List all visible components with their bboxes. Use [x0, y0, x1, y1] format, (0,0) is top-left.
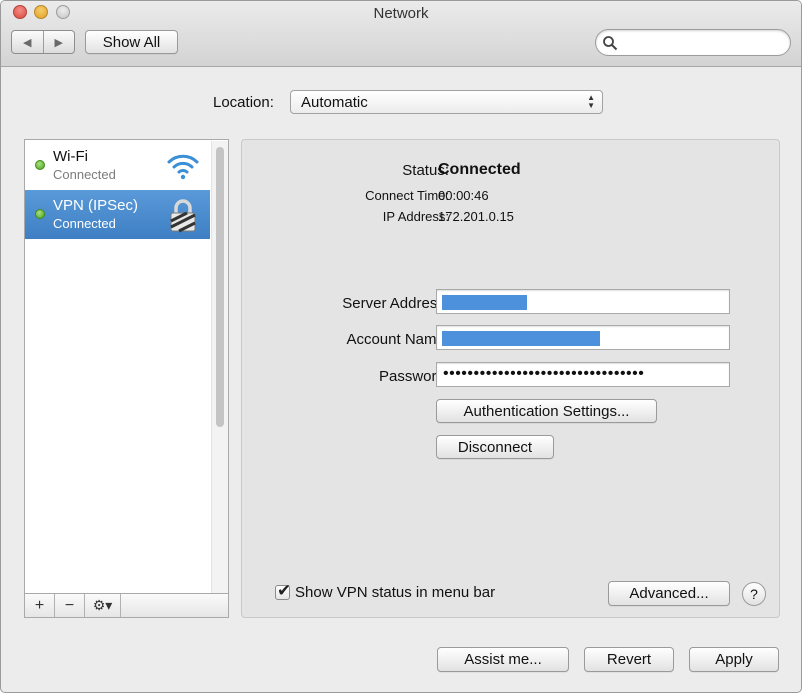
ip-address-value: 172.201.0.15	[438, 209, 514, 224]
service-list-scrollbar[interactable]	[211, 141, 228, 593]
popup-arrows-icon: ▲ ▼	[587, 93, 595, 110]
revert-button[interactable]: Revert	[584, 647, 674, 672]
password-dots: •••••••••••••••••••••••••••••••••	[443, 365, 645, 382]
location-value: Automatic	[301, 94, 368, 111]
account-name-field[interactable]	[436, 325, 730, 350]
apply-button[interactable]: Apply	[689, 647, 779, 672]
search-input[interactable]	[595, 29, 791, 56]
service-list-controls: + − ⚙▾	[25, 593, 228, 617]
back-forward-control: ◀ ▶	[11, 30, 75, 54]
help-button[interactable]: ?	[742, 582, 766, 606]
server-address-field[interactable]	[436, 289, 730, 314]
service-item-wifi[interactable]: Wi-Fi Connected	[25, 141, 210, 190]
service-list: Wi-Fi Connected VPN (IPSec) Connected + …	[24, 139, 229, 618]
connect-time-value: 00:00:46	[438, 188, 489, 203]
window-title: Network	[373, 5, 429, 22]
service-name: Wi-Fi	[53, 148, 88, 165]
show-vpn-status-checkbox[interactable]: ✔	[275, 581, 291, 600]
add-service-button[interactable]: +	[25, 594, 55, 617]
remove-service-button[interactable]: −	[55, 594, 85, 617]
show-vpn-status-label[interactable]: Show VPN status in menu bar	[295, 584, 495, 601]
disconnect-button[interactable]: Disconnect	[436, 435, 554, 459]
back-arrow-icon[interactable]: ◀	[12, 31, 44, 53]
vpn-lock-icon	[170, 199, 196, 233]
authentication-settings-button[interactable]: Authentication Settings...	[436, 399, 657, 423]
status-dot-icon	[35, 160, 45, 170]
service-name: VPN (IPSec)	[53, 197, 139, 214]
server-address-label: Server Address:	[342, 295, 449, 312]
title-bar: Network ◀ ▶ Show All	[1, 1, 801, 67]
redacted-value	[442, 295, 527, 310]
service-status: Connected	[53, 216, 116, 231]
search-icon	[603, 36, 618, 51]
status-value: Connected	[438, 161, 521, 178]
scrollbar-thumb[interactable]	[216, 147, 224, 427]
checkmark-icon: ✔	[277, 581, 292, 600]
advanced-button[interactable]: Advanced...	[608, 581, 730, 606]
service-status: Connected	[53, 167, 116, 182]
redacted-value	[442, 331, 600, 346]
status-dot-icon	[35, 209, 45, 219]
show-all-button[interactable]: Show All	[85, 30, 178, 54]
password-field[interactable]: •••••••••••••••••••••••••••••••••	[436, 362, 730, 387]
wifi-icon	[167, 154, 199, 180]
assist-me-button[interactable]: Assist me...	[437, 647, 569, 672]
connect-time-label: Connect Time:	[365, 188, 449, 203]
forward-arrow-icon[interactable]: ▶	[44, 31, 75, 53]
location-popup[interactable]: Automatic ▲ ▼	[290, 90, 603, 114]
network-preferences-window: Network ◀ ▶ Show All Location: Automatic…	[0, 0, 802, 693]
account-name-label: Account Name:	[346, 331, 449, 348]
location-label: Location:	[213, 94, 274, 111]
service-item-vpn-ipsec[interactable]: VPN (IPSec) Connected	[25, 190, 210, 239]
gear-icon[interactable]: ⚙▾	[85, 594, 121, 617]
